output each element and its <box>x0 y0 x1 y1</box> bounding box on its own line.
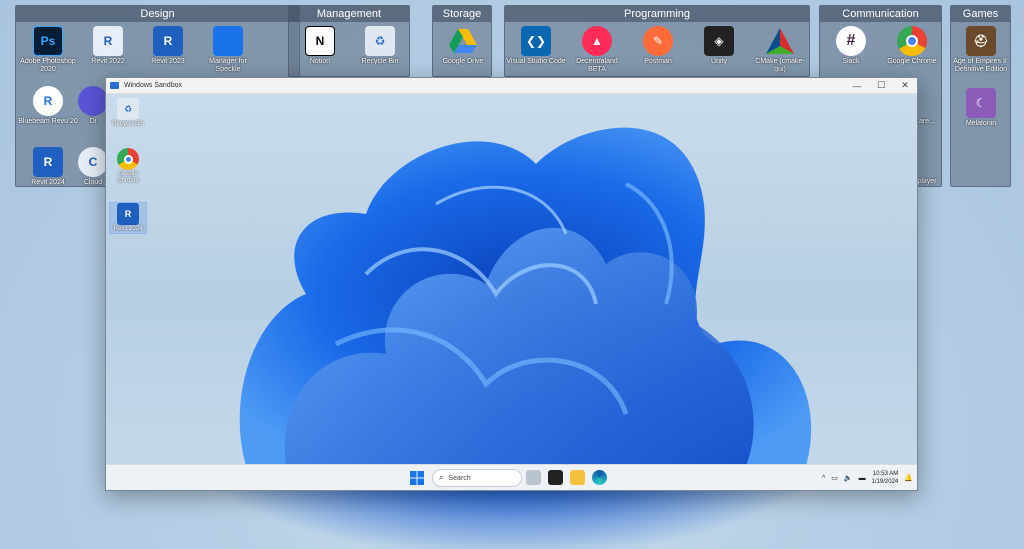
fence-title: Management <box>289 6 409 22</box>
desktop-icon-revit-2022[interactable]: R Revit 2022 <box>78 26 138 66</box>
bloom-wallpaper <box>239 127 812 466</box>
revit-icon: R <box>153 26 183 56</box>
desktop-icon-revit-2023[interactable]: R Revit 2023 <box>138 26 198 66</box>
desktop-icon-unity[interactable]: ◈ Unity <box>689 26 749 66</box>
desktop-icon-recycle-bin[interactable]: ♻ Recycle Bin <box>350 26 410 66</box>
revit-icon: R <box>117 203 139 225</box>
minimize-button[interactable]: — <box>845 78 869 94</box>
clock-time: 10:53 AM <box>872 471 899 477</box>
fence-title: Programming <box>505 6 809 22</box>
desktop-icon-cloud[interactable]: C Cloud <box>78 147 108 187</box>
maximize-button[interactable]: ☐ <box>869 78 893 94</box>
desktop-icon-slack[interactable]: # Slack <box>821 26 881 66</box>
recycle-bin-icon: ♻ <box>117 98 139 120</box>
desktop-icon-cmake[interactable]: CMake (cmake-gui) <box>750 26 810 74</box>
desktop-icon-di[interactable]: Di <box>78 86 108 126</box>
taskbar-task-view-icon[interactable] <box>548 470 563 485</box>
recycle-bin-icon: ♻ <box>365 26 395 56</box>
fence-storage: Storage Google Drive <box>432 5 492 77</box>
close-button[interactable]: ✕ <box>893 78 917 94</box>
speckle-cube-icon <box>213 26 243 56</box>
search-placeholder: Search <box>448 474 471 482</box>
desktop-icon-bluebeam[interactable]: R Bluebeam Revu 20 <box>18 86 78 126</box>
desktop-icon-vscode[interactable]: ❮❯ Visual Studio Code <box>506 26 566 66</box>
revit-icon: R <box>33 147 63 177</box>
volume-icon[interactable]: 🔈 <box>844 474 853 482</box>
clock-date: 1/19/2024 <box>871 479 899 485</box>
desktop-icon-postman[interactable]: ✎ Postman <box>628 26 688 66</box>
taskbar-people-icon[interactable] <box>526 470 541 485</box>
notification-bell-icon[interactable]: 🔔 <box>904 474 913 482</box>
battery-icon[interactable]: ▬ <box>859 475 866 482</box>
taskbar-file-explorer-icon[interactable] <box>570 470 585 485</box>
desktop-icon-notion[interactable]: N Notion <box>290 26 350 66</box>
network-icon[interactable]: ▭ <box>831 474 838 482</box>
slack-icon: # <box>836 26 866 56</box>
cloud-app-icon: C <box>78 147 108 177</box>
google-drive-icon <box>448 26 478 56</box>
fence-title: Communication <box>820 6 941 22</box>
notion-icon: N <box>305 26 335 56</box>
fence-management: Management N Notion ♻ Recycle Bin <box>288 5 410 77</box>
postman-icon: ✎ <box>643 26 673 56</box>
desktop-icon-revit-2024[interactable]: R Revit 2024 <box>18 147 78 187</box>
title-bar[interactable]: Windows Sandbox — ☐ ✕ <box>106 78 917 94</box>
start-button-windows-icon[interactable] <box>410 471 424 485</box>
desktop-icon-google-chrome[interactable]: Google Chrome <box>882 26 942 66</box>
sandbox-icon-revit-2024[interactable]: R Revit 2024 <box>109 202 147 234</box>
taskbar: ⌕ Search ^ ▭ 🔈 ▬ 10:53 AM 1/19/2024 🔔 <box>106 464 917 490</box>
window-title: Windows Sandbox <box>124 82 182 89</box>
sandbox-desktop[interactable]: ♻ Recycle Bin Google Chrome R Revit 2024 <box>106 94 917 466</box>
desktop-icon-google-drive[interactable]: Google Drive <box>433 26 493 66</box>
clock[interactable]: 10:53 AM 1/19/2024 <box>872 470 899 486</box>
cmake-icon <box>765 26 795 56</box>
windows-sandbox-window[interactable]: Windows Sandbox — ☐ ✕ ♻ Recycle Bin Goog… <box>105 77 918 491</box>
vscode-icon: ❮❯ <box>521 26 551 56</box>
desktop-icon-decentraland[interactable]: ▲ Decentraland BETA <box>567 26 627 74</box>
app-icon <box>78 86 108 116</box>
photoshop-icon: Ps <box>33 26 63 56</box>
desktop-icon-photoshop[interactable]: Ps Adobe Photoshop 2020 <box>18 26 78 74</box>
taskbar-search-box[interactable]: ⌕ Search <box>432 469 522 487</box>
desktop-icon-age-of-empires[interactable]: ⛑ Age of Empires II: Definitive Edition <box>951 26 1011 74</box>
tray-overflow-chevron-icon[interactable]: ^ <box>822 475 825 482</box>
desktop-icon-speckle[interactable]: Manager for Speckle <box>198 26 258 74</box>
sandbox-icon-recycle-bin[interactable]: ♻ Recycle Bin <box>109 98 147 128</box>
fence-programming: Programming ❮❯ Visual Studio Code ▲ Dece… <box>504 5 810 77</box>
sandbox-app-icon <box>110 82 119 89</box>
moon-icon: ☾ <box>966 88 996 118</box>
taskbar-edge-icon[interactable] <box>592 470 607 485</box>
fence-title: Storage <box>433 6 491 22</box>
search-icon: ⌕ <box>439 473 444 482</box>
helmet-icon: ⛑ <box>966 26 996 56</box>
bluebeam-icon: R <box>33 86 63 116</box>
chrome-icon <box>117 148 139 170</box>
fence-title: Games <box>951 6 1010 22</box>
chrome-icon <box>897 26 927 56</box>
revit-icon: R <box>93 26 123 56</box>
system-tray: ^ ▭ 🔈 ▬ 10:53 AM 1/19/2024 🔔 <box>822 465 913 490</box>
fence-title: Design <box>16 6 299 22</box>
decentraland-icon: ▲ <box>582 26 612 56</box>
sandbox-icon-google-chrome[interactable]: Google Chrome <box>109 148 147 185</box>
unity-icon: ◈ <box>704 26 734 56</box>
desktop-icon-melatonin[interactable]: ☾ Melatonin <box>951 88 1011 128</box>
fence-games: Games ⛑ Age of Empires II: Definitive Ed… <box>950 5 1011 187</box>
